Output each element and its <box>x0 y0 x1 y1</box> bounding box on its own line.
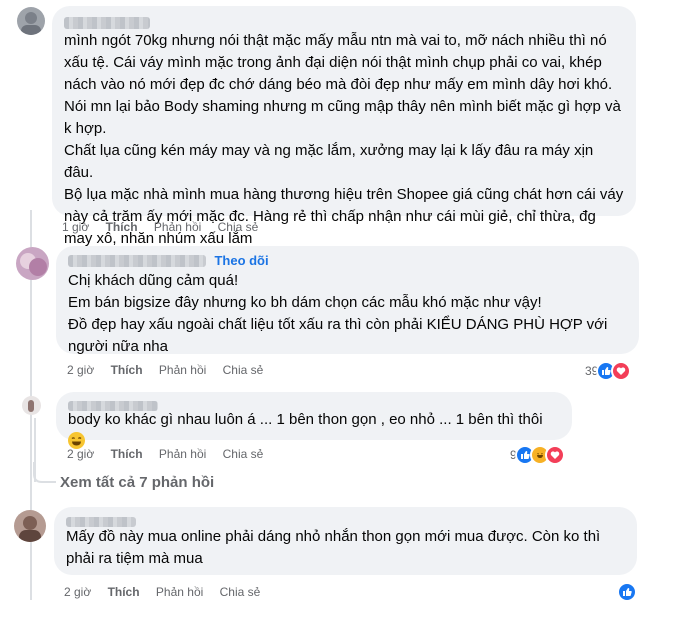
comment-actions: 1 giờ Thích Phản hồi Chia sẻ <box>62 220 271 234</box>
avatar[interactable] <box>16 247 49 280</box>
reply-actions: 2 giờ Thích Phản hồi Chia sẻ <box>67 447 276 461</box>
reply-connector-icon <box>33 462 56 483</box>
comment-text: Mấy đồ này mua online phải dáng nhỏ nhắn… <box>66 526 625 570</box>
comment-text: mình ngót 70kg nhưng nói thật mặc mấy mẫ… <box>64 30 624 250</box>
comment-line: Em bán bigsize đây nhưng ko bh dám chọn … <box>68 294 542 311</box>
heart-reaction-icon <box>611 361 632 381</box>
view-all-replies-link[interactable]: Xem tất cả 7 phản hồi <box>60 474 214 491</box>
reaction-summary[interactable]: 39 <box>585 361 632 381</box>
reply-button[interactable]: Phản hồi <box>156 585 203 599</box>
comment-bubble: Mấy đồ này mua online phải dáng nhỏ nhắn… <box>54 507 637 575</box>
reply-button[interactable]: Phản hồi <box>159 447 206 461</box>
comment-line: Chị khách dũng cảm quá! <box>68 272 239 289</box>
like-button[interactable]: Thích <box>111 447 143 461</box>
comment-line: body ko khác gì nhau luôn á ... 1 bên th… <box>68 411 543 428</box>
comment-bubble: mình ngót 70kg nhưng nói thật mặc mấy mẫ… <box>52 6 636 247</box>
comment-line: Đồ đẹp hay xấu ngoài chất liệu tốt xấu r… <box>68 316 608 355</box>
comment-line: Chất lụa cũng kén máy may và ng mặc lắm,… <box>64 142 594 181</box>
avatar[interactable] <box>17 7 45 35</box>
timestamp[interactable]: 1 giờ <box>62 220 89 234</box>
follow-link[interactable]: Theo dõi <box>214 253 268 268</box>
timestamp[interactable]: 2 giờ <box>67 447 94 461</box>
comment-bubble: Theo dõi Chị khách dũng cảm quá! Em bán … <box>56 246 639 355</box>
heart-reaction-icon <box>544 445 565 465</box>
avatar[interactable] <box>14 510 46 542</box>
share-button[interactable]: Chia sẻ <box>223 447 264 461</box>
comment-line: Mấy đồ này mua online phải dáng nhỏ nhắn… <box>66 528 601 567</box>
like-reaction-icon <box>617 582 637 602</box>
share-button[interactable]: Chia sẻ <box>223 363 264 377</box>
comment-actions: 2 giờ Thích Phản hồi Chia sẻ <box>67 363 276 377</box>
author-name[interactable] <box>64 16 150 29</box>
share-button[interactable]: Chia sẻ <box>218 220 259 234</box>
comment-line: Nói mn lại bảo Body shaming nhưng m cũng… <box>64 98 621 137</box>
timestamp[interactable]: 2 giờ <box>64 585 91 599</box>
like-button[interactable]: Thích <box>108 585 140 599</box>
share-button[interactable]: Chia sẻ <box>220 585 261 599</box>
author-name[interactable] <box>68 254 206 267</box>
avatar[interactable] <box>22 396 41 415</box>
reply-button[interactable]: Phản hồi <box>159 363 206 377</box>
reply-button[interactable]: Phản hồi <box>154 220 201 234</box>
comment-line: mình ngót 70kg nhưng nói thật mặc mấy mẫ… <box>64 32 613 93</box>
comment-actions: 2 giờ Thích Phản hồi Chia sẻ <box>64 585 273 599</box>
reaction-summary[interactable] <box>617 582 637 602</box>
like-button[interactable]: Thích <box>111 363 143 377</box>
like-button[interactable]: Thích <box>106 220 138 234</box>
reaction-summary[interactable]: 9 <box>510 445 565 465</box>
timestamp[interactable]: 2 giờ <box>67 363 94 377</box>
comment-line: Bộ lụa mặc nhà mình mua hàng thương hiệu… <box>64 186 624 247</box>
comment-text: Chị khách dũng cảm quá! Em bán bigsize đ… <box>68 270 627 358</box>
reply-bubble: body ko khác gì nhau luôn á ... 1 bên th… <box>56 392 572 449</box>
